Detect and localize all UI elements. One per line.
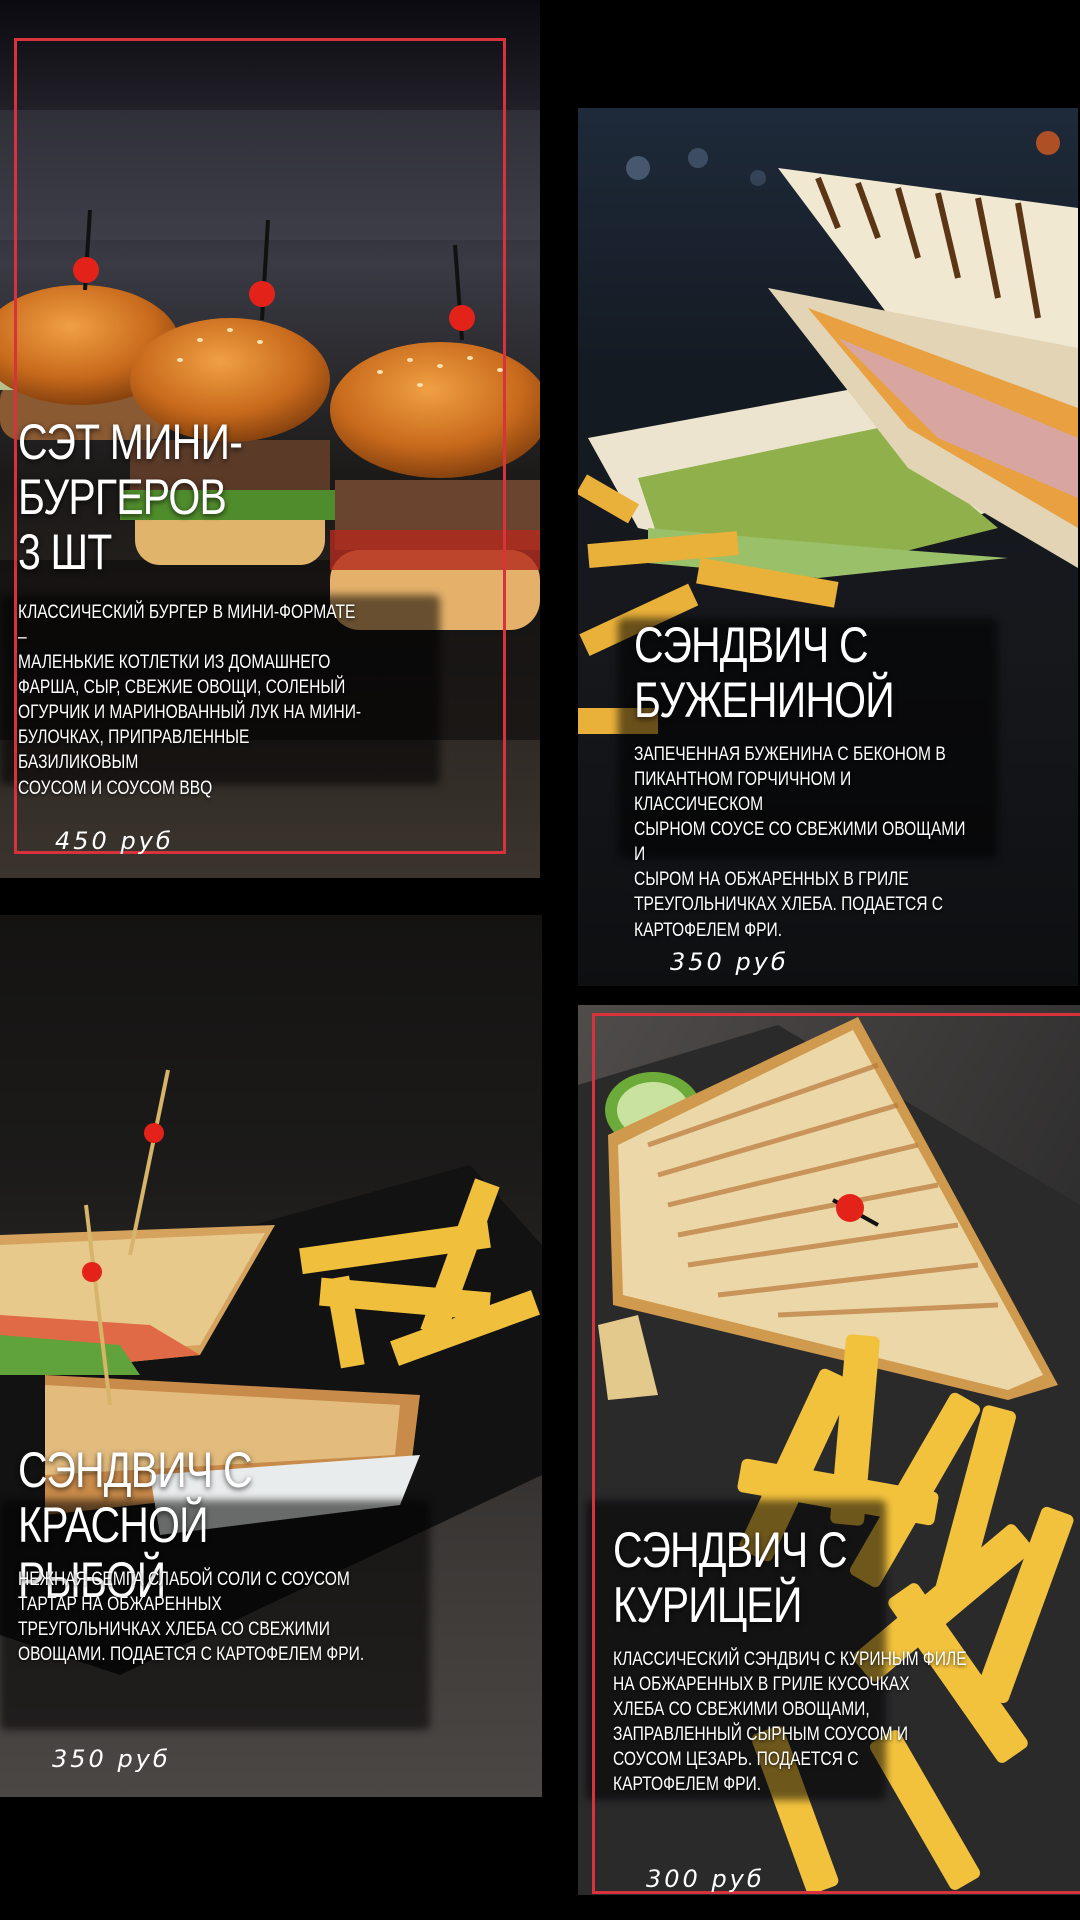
item-description: КЛАССИЧЕСКИЙ СЭНДВИЧ С КУРИНЫМ ФИЛЕ НА О… — [613, 1649, 967, 1796]
item-price: 450 руб — [55, 827, 174, 855]
item-title: СЭНДВИЧ С КУРИЦЕЙ — [613, 1522, 848, 1633]
item-title: СЭНДВИЧ С БУЖЕНИНОЙ — [634, 617, 895, 728]
menu-card-mini-burgers[interactable]: СЭТ МИНИ- БУРГЕРОВ 3 ШТ КЛАССИЧЕСКИЙ БУР… — [0, 0, 540, 878]
menu-card-chicken-sandwich[interactable]: СЭНДВИЧ С КУРИЦЕЙ КЛАССИЧЕСКИЙ СЭНДВИЧ С… — [578, 1005, 1080, 1895]
item-price: 350 руб — [670, 948, 789, 976]
item-price: 300 руб — [646, 1865, 765, 1893]
item-description: ЗАПЕЧЕННАЯ БУЖЕНИНА С БЕКОНОМ В ПИКАНТНО… — [634, 744, 966, 941]
item-title: СЭТ МИНИ- БУРГЕРОВ 3 ШТ — [18, 414, 243, 580]
item-description: НЕЖНАЯ СЕМГА СЛАБОЙ СОЛИ С СОУСОМ ТАРТАР… — [18, 1569, 365, 1666]
menu-card-pork-sandwich[interactable]: СЭНДВИЧ С БУЖЕНИНОЙ ЗАПЕЧЕННАЯ БУЖЕНИНА … — [578, 108, 1078, 986]
item-description: КЛАССИЧЕСКИЙ БУРГЕР В МИНИ-ФОРМАТЕ – МАЛ… — [18, 602, 362, 799]
item-price: 350 руб — [52, 1745, 171, 1773]
menu-card-salmon-sandwich[interactable]: СЭНДВИЧ С КРАСНОЙ РЫБОЙ НЕЖНАЯ СЕМГА СЛА… — [0, 915, 542, 1797]
